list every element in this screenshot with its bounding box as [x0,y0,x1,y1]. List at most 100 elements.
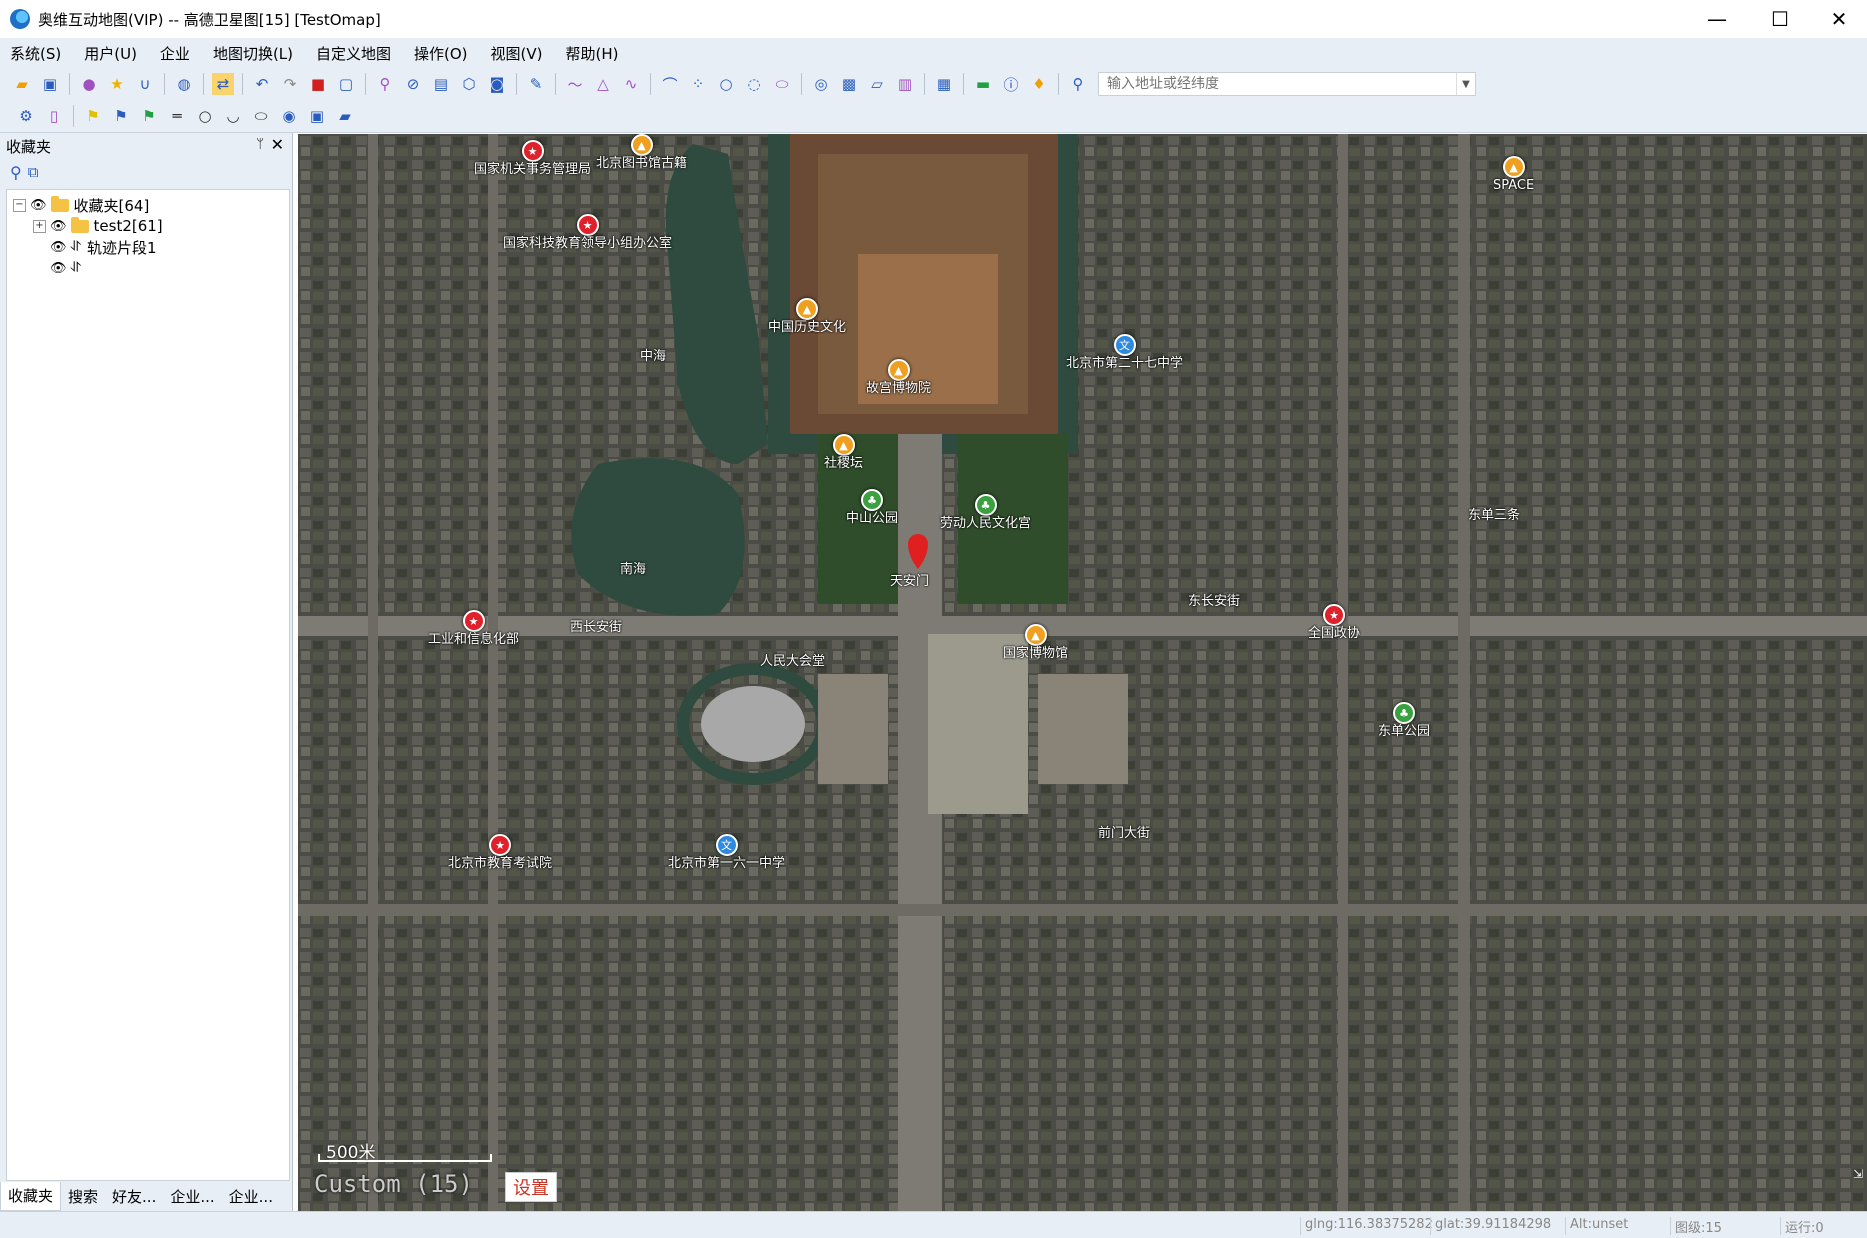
arc-circle-icon[interactable]: ◌ [743,73,765,95]
eye-icon[interactable]: 👁 [50,219,67,234]
map-view[interactable]: ★ 国家机关事务管理局 ▲ 北京图书馆古籍 ★ 国家科技教育领导小组办公室 天安… [298,134,1867,1211]
document-icon[interactable]: ▯ [43,105,65,127]
pin-icon[interactable]: ᛘ [256,137,264,152]
line-icon[interactable]: ═ [166,105,188,127]
search-dropdown-icon[interactable]: ▼ [1456,73,1475,95]
copy-icon[interactable]: ⧉ [28,163,39,181]
poi-marker[interactable]: ▲ 北京图书馆古籍 [596,134,687,171]
rect-icon[interactable]: ▩ [838,73,860,95]
map-settings-button[interactable]: 设置 [505,1172,557,1202]
settings-icon[interactable]: ⚙ [15,105,37,127]
collapse-icon[interactable]: − [13,198,26,212]
poi-marker[interactable]: ▲ 故宫博物院 [866,359,931,396]
poi-marker[interactable]: ▲ 中国历史文化 [768,298,846,335]
resize-grip-icon[interactable]: ⇲ [1853,1167,1863,1181]
eye-icon[interactable]: 👁 [50,261,67,276]
tab-search[interactable]: 搜索 [61,1182,105,1210]
map-sheet-icon[interactable]: ▱ [866,73,888,95]
menu-enterprise[interactable]: 企业 [150,43,200,64]
poi-marker[interactable]: ♣ 中山公园 [846,489,898,526]
pin-icon[interactable]: ✎ [525,73,547,95]
poi-marker[interactable]: ★ 全国政协 [1308,604,1360,641]
table-icon[interactable]: ▦ [933,73,955,95]
undo-icon[interactable]: ↶ [251,73,273,95]
tab-enterprise-1[interactable]: 企业... [163,1182,221,1210]
save-icon[interactable]: ▣ [39,73,61,95]
chat-icon[interactable]: ▬ [972,73,994,95]
globe-icon[interactable]: ◍ [173,73,195,95]
poi-marker[interactable]: 文 北京市第二十七中学 [1066,334,1183,371]
close-button[interactable]: ✕ [1811,0,1867,38]
address-search-input[interactable] [1105,75,1449,93]
arc-draw-icon[interactable]: ◡ [222,105,244,127]
expand-icon[interactable]: + [33,219,46,233]
menu-operation[interactable]: 操作(O) [404,43,478,64]
arc-icon[interactable]: ⌒ [659,73,681,95]
select-tool-icon[interactable]: ⇄ [212,73,234,95]
eye-icon[interactable]: 👁 [30,198,47,213]
poi-marker[interactable]: ★ 北京市教育考试院 [448,834,552,871]
users-icon[interactable]: ● [78,73,100,95]
ellipse-icon[interactable]: ⬭ [771,73,793,95]
poi-marker[interactable]: ★ 国家机关事务管理局 [474,140,591,177]
menu-map-switch[interactable]: 地图切换(L) [203,43,303,64]
triangle-icon[interactable]: △ [592,73,614,95]
star-icon[interactable]: ★ [106,73,128,95]
ellipse-draw-icon[interactable]: ⬭ [250,105,272,127]
open-folder-icon[interactable]: ▰ [11,73,33,95]
buffer-icon[interactable]: ◎ [810,73,832,95]
maximize-button[interactable]: ☐ [1752,0,1808,38]
poi-marker[interactable]: ▲ 社稷坛 [824,434,863,471]
menu-system[interactable]: 系统(S) [0,43,71,64]
poi-marker[interactable]: 天安门 [890,574,929,589]
yellow-pin-icon[interactable]: ⚑ [82,105,104,127]
polyline-icon[interactable]: 〜 [564,73,586,95]
menu-user[interactable]: 用户(U) [74,43,147,64]
tab-friends[interactable]: 好友... [105,1182,163,1210]
redo-icon[interactable]: ↷ [279,73,301,95]
ruler-icon[interactable]: ⊘ [402,73,424,95]
tree-node-root[interactable]: − 👁 收藏夹[64] [13,194,149,216]
marker-icon[interactable]: ⚲ [374,73,396,95]
tree-node-test2[interactable]: + 👁 test2[61] [33,215,163,237]
camera-icon[interactable]: ◙ [486,73,508,95]
status-latitude: glat:39.91184298 [1430,1217,1551,1235]
tree-node-track[interactable]: 👁 ⥯ 轨迹片段1 [50,236,157,258]
info-icon[interactable]: ⓘ [1000,73,1022,95]
tree-node-track-2[interactable]: 👁 ⥯ [50,257,87,279]
track-icon[interactable]: ∪ [134,73,156,95]
layer-icon[interactable]: ▤ [430,73,452,95]
grid-icon[interactable]: ▥ [894,73,916,95]
poi-marker[interactable]: ★ 工业和信息化部 [428,610,519,647]
menu-custom-map[interactable]: 自定义地图 [306,43,401,64]
points-icon[interactable]: ⁘ [687,73,709,95]
panel-close-button[interactable]: ✕ [271,135,284,154]
fill-circle-icon[interactable]: ◉ [278,105,300,127]
poi-marker[interactable]: 文 北京市第一六一中学 [668,834,785,871]
search-icon[interactable]: ⚲ [10,163,22,182]
poi-marker[interactable]: ♣ 劳动人民文化宫 [940,494,1031,531]
poi-marker[interactable]: ★ 国家科技教育领导小组办公室 [503,214,672,251]
tab-enterprise-2[interactable]: 企业... [222,1182,280,1210]
curve-icon[interactable]: ∿ [620,73,642,95]
poi-marker[interactable]: ▲ SPACE [1493,156,1534,193]
delete-icon[interactable]: ■ [307,73,329,95]
fill-poly-icon[interactable]: ▰ [334,105,356,127]
drawing-toolbar: ⚙ ▯ ⚑ ⚑ ⚑ ═ ○ ◡ ⬭ ◉ ▣ ▰ [0,100,1867,133]
poi-marker[interactable]: ♣ 东单公园 [1378,702,1430,739]
circle-draw-icon[interactable]: ○ [194,105,216,127]
frame-icon[interactable]: ▢ [335,73,357,95]
green-pin-icon[interactable]: ⚑ [138,105,160,127]
menu-help[interactable]: 帮助(H) [556,43,629,64]
poi-label: 社稷坛 [824,456,864,471]
poi-marker[interactable]: ▲ 国家博物馆 [1003,624,1068,661]
blue-pin-icon[interactable]: ⚑ [110,105,132,127]
menu-view[interactable]: 视图(V) [481,43,553,64]
minimize-button[interactable]: — [1689,0,1745,38]
tab-favorites[interactable]: 收藏夹 [0,1181,62,1211]
circle-icon[interactable]: ○ [715,73,737,95]
vip-icon[interactable]: ♦ [1028,73,1050,95]
fill-rect-icon[interactable]: ▣ [306,105,328,127]
polygon-icon[interactable]: ⬡ [458,73,480,95]
eye-icon[interactable]: 👁 [50,240,67,255]
